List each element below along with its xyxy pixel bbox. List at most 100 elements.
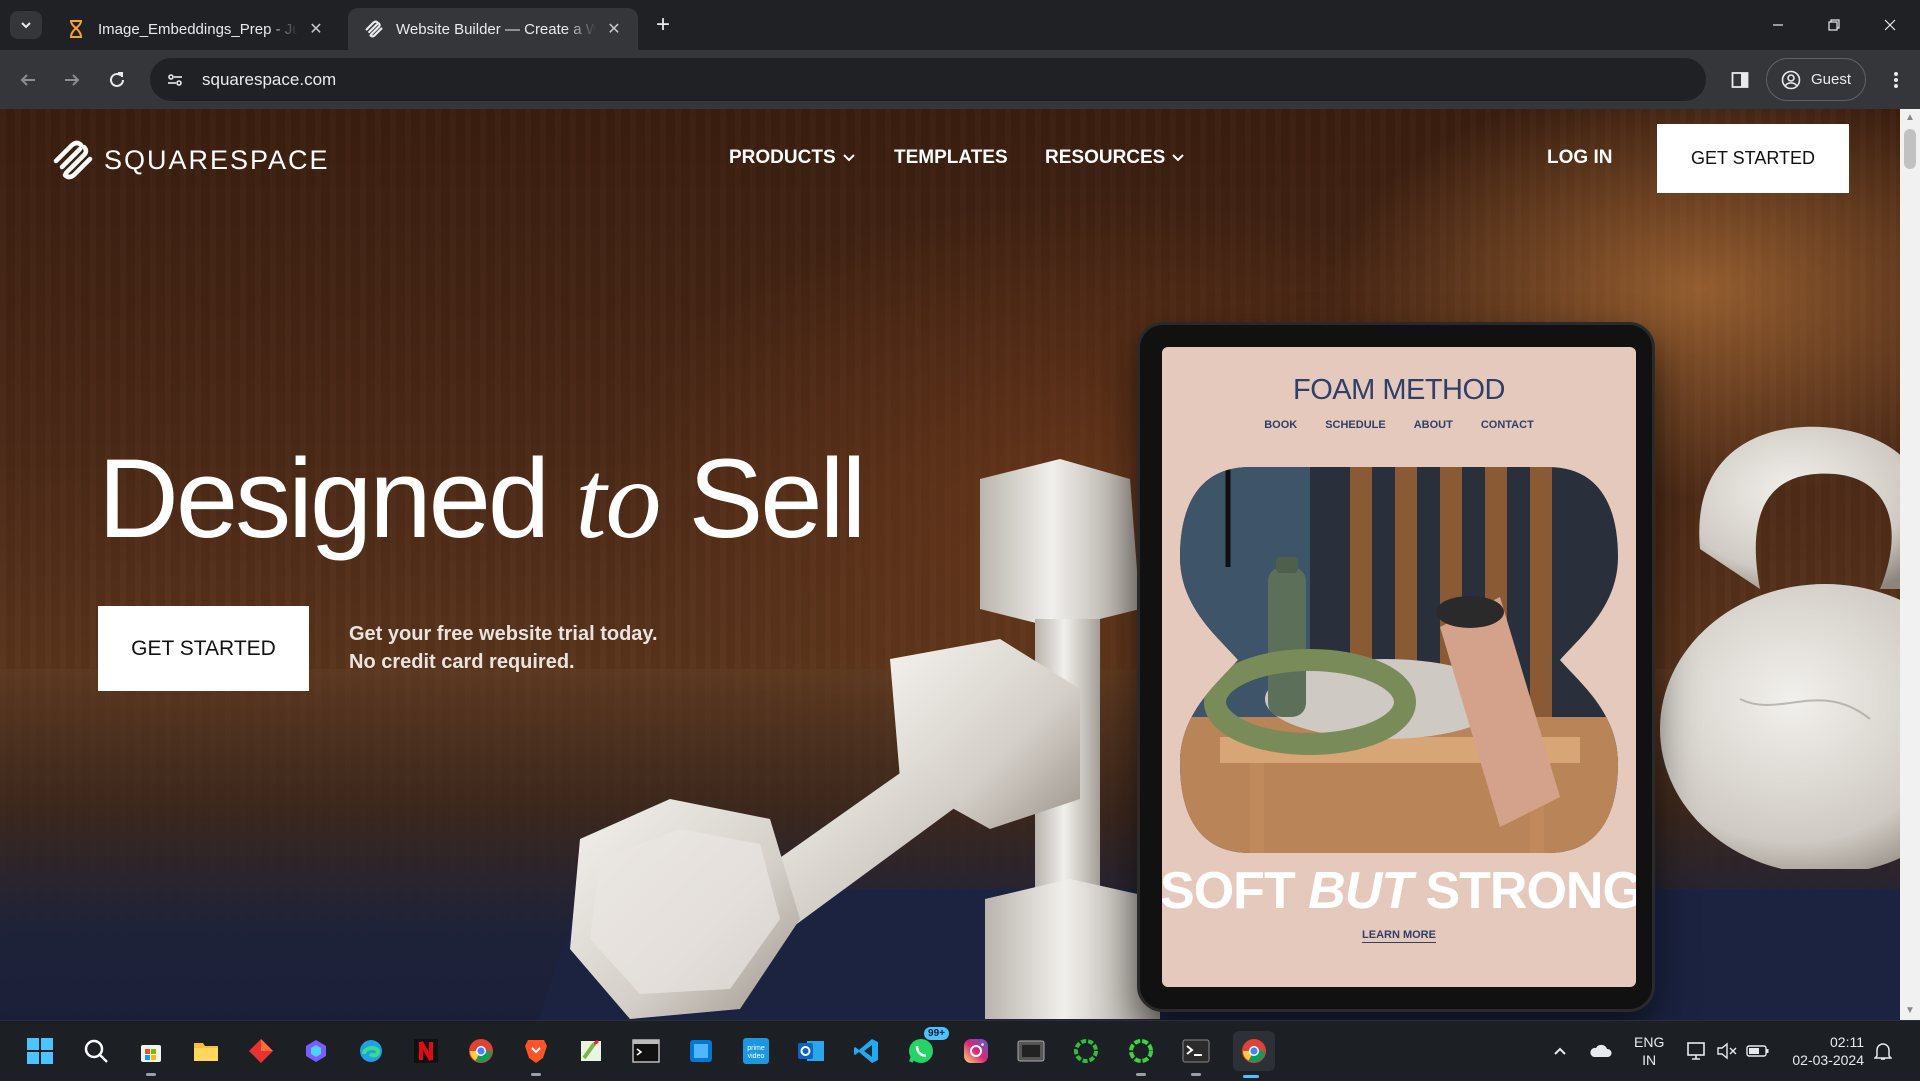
hero-subtext: Get your free website trial today. No cr… <box>349 620 658 676</box>
side-panel-button[interactable] <box>1724 64 1756 96</box>
browser-toolbar: squarespace.com Guest <box>0 50 1920 109</box>
header-get-started-button[interactable]: GET STARTED <box>1657 124 1849 193</box>
chevron-down-icon <box>1172 154 1185 162</box>
tab-squarespace[interactable]: Website Builder — Create a Website ✕ <box>348 8 638 50</box>
browser-menu-button[interactable] <box>1880 64 1912 96</box>
page-viewport: SQUARESPACE PRODUCTS TEMPLATES RESOURCES… <box>0 109 1920 1020</box>
green-ring-app-2-icon[interactable] <box>1123 1033 1159 1076</box>
running-indicator <box>1136 1073 1146 1076</box>
media-player-icon[interactable] <box>1013 1033 1049 1069</box>
nav-templates[interactable]: TEMPLATES <box>894 147 1008 169</box>
chevron-down-icon <box>842 154 855 162</box>
volume-muted-icon[interactable] <box>1716 1021 1738 1081</box>
soft-but-strong-tagline: SOFT BUT STRONG <box>1162 861 1636 921</box>
chrome-icon[interactable] <box>463 1033 499 1069</box>
foam-method-photo <box>1180 467 1618 853</box>
lying-dumbbell-image <box>570 639 1080 1019</box>
scroll-thumb[interactable] <box>1904 129 1916 169</box>
whatsapp-icon[interactable]: 99+ <box>903 1027 949 1069</box>
foam-nav-book: BOOK <box>1264 419 1298 431</box>
url-text[interactable]: squarespace.com <box>202 70 336 90</box>
running-indicator <box>1191 1073 1201 1076</box>
back-button[interactable] <box>12 64 44 96</box>
close-icon[interactable]: ✕ <box>604 19 624 39</box>
red-diamond-app-icon[interactable] <box>243 1033 279 1069</box>
active-indicator <box>1243 1075 1259 1078</box>
hero-get-started-button[interactable]: GET STARTED <box>98 606 309 691</box>
copilot-icon[interactable] <box>298 1033 334 1069</box>
minimize-button[interactable] <box>1750 0 1806 50</box>
squarespace-logo-icon <box>53 140 93 180</box>
prime-video-icon[interactable]: prime video <box>738 1033 774 1069</box>
learn-more-link: LEARN MORE <box>1362 929 1436 943</box>
close-icon <box>1884 19 1896 31</box>
address-bar[interactable]: squarespace.com <box>150 58 1706 101</box>
login-link[interactable]: LOG IN <box>1547 147 1612 169</box>
reload-button[interactable] <box>101 64 133 96</box>
tab-search-button[interactable] <box>10 11 42 39</box>
notepad-plus-icon[interactable] <box>573 1033 609 1069</box>
scroll-up-arrow-icon[interactable]: ▲ <box>1900 109 1920 127</box>
page-scrollbar[interactable]: ▲ ▼ <box>1900 109 1920 1020</box>
new-tab-button[interactable]: + <box>650 12 676 38</box>
reload-icon <box>110 72 124 87</box>
chrome-active-icon[interactable] <box>1233 1031 1275 1078</box>
foam-nav-schedule: SCHEDULE <box>1325 419 1386 431</box>
edge-browser-icon[interactable] <box>353 1033 389 1069</box>
tab-jupyter[interactable]: Image_Embeddings_Prep - Jupyter ✕ <box>50 8 340 50</box>
tag-part-1: SOFT <box>1162 862 1309 920</box>
netflix-icon[interactable] <box>408 1033 444 1069</box>
site-info-icon[interactable] <box>160 65 190 95</box>
nav-resources-label: RESOURCES <box>1045 147 1166 168</box>
vscode-icon[interactable] <box>848 1033 884 1069</box>
foam-learn-more: LEARN MORE <box>1162 929 1636 943</box>
show-hidden-icons-button[interactable] <box>1552 1021 1568 1081</box>
clock-date: 02-03-2024 <box>1792 1052 1864 1068</box>
side-panel-icon <box>1731 72 1749 88</box>
close-window-button[interactable] <box>1862 0 1918 50</box>
tab-title: Image_Embeddings_Prep - Jupyter <box>98 20 298 38</box>
browser-tab-bar: Image_Embeddings_Prep - Jupyter ✕ Websit… <box>0 0 1920 50</box>
battery-icon[interactable] <box>1746 1021 1770 1081</box>
hero-subtext-line-1: Get your free website trial today. <box>349 623 658 645</box>
nav-products[interactable]: PRODUCTS <box>729 147 856 169</box>
chevron-up-icon <box>1554 1047 1566 1055</box>
brave-browser-icon[interactable] <box>518 1033 554 1076</box>
nav-templates-label: TEMPLATES <box>894 147 1008 168</box>
onedrive-icon[interactable] <box>1588 1021 1612 1081</box>
outlook-icon[interactable] <box>793 1033 829 1069</box>
network-icon[interactable] <box>1686 1021 1708 1081</box>
squarespace-logo[interactable]: SQUARESPACE <box>50 139 330 181</box>
nav-resources[interactable]: RESOURCES <box>1045 147 1185 169</box>
profile-button[interactable]: Guest <box>1766 58 1866 101</box>
scroll-down-arrow-icon[interactable]: ▼ <box>1900 1002 1920 1020</box>
restore-button[interactable] <box>1806 0 1862 50</box>
hero-headline: Designed to Sell <box>98 434 867 565</box>
more-vert-icon <box>1894 72 1898 88</box>
file-explorer-icon[interactable] <box>188 1033 224 1069</box>
arrow-left-icon <box>20 74 35 86</box>
blue-windows-app-icon[interactable] <box>683 1033 719 1069</box>
headline-part-1: Designed <box>98 436 576 561</box>
windows-start-icon[interactable] <box>22 1033 58 1069</box>
squarespace-logo-icon <box>364 19 384 39</box>
language-code: ENG <box>1634 1034 1665 1050</box>
foam-method-title: FOAM METHOD <box>1293 374 1506 406</box>
hero-subtext-line-2: No credit card required. <box>349 651 575 673</box>
foam-nav-contact: CONTACT <box>1480 419 1534 431</box>
tablet-screen: FOAM METHOD BOOK SCHEDULE ABOUT CONTACT <box>1162 347 1636 987</box>
close-icon[interactable]: ✕ <box>306 19 326 39</box>
forward-button[interactable] <box>56 64 88 96</box>
microsoft-store-icon[interactable] <box>133 1033 169 1076</box>
windows-taskbar: prime video 99+ ENG IN 02:11 02-03-2024 <box>0 1020 1920 1080</box>
instagram-icon[interactable] <box>958 1033 994 1069</box>
command-prompt-icon[interactable] <box>1178 1033 1214 1076</box>
green-ring-app-icon[interactable] <box>1068 1033 1104 1069</box>
headline-part-3: Sell <box>660 436 867 561</box>
notifications-bell-icon[interactable] <box>1874 1021 1892 1081</box>
search-icon[interactable] <box>78 1033 114 1069</box>
terminal-window-icon[interactable] <box>628 1033 664 1069</box>
svg-text:video: video <box>748 1053 765 1060</box>
language-indicator[interactable]: ENG IN <box>1634 1033 1664 1069</box>
system-clock[interactable]: 02:11 02-03-2024 <box>1784 1033 1864 1069</box>
